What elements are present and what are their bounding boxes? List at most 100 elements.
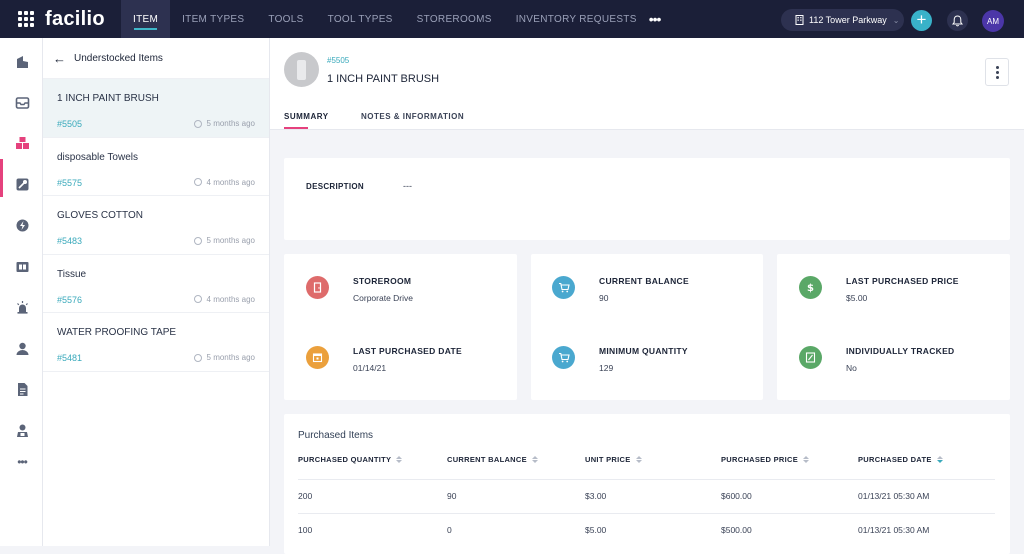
- stat-value: 90: [599, 293, 609, 303]
- energy-icon[interactable]: [14, 217, 30, 233]
- inventory-icon[interactable]: [14, 135, 30, 151]
- item-code: #5505: [327, 56, 350, 65]
- tab-tool-types[interactable]: TOOL TYPES: [316, 0, 405, 38]
- description-value: ---: [403, 181, 412, 191]
- maintenance-icon[interactable]: [14, 176, 30, 192]
- list-item-name: Tissue: [57, 268, 87, 280]
- clock-icon: [193, 119, 202, 128]
- list-item-time: 5 months ago: [193, 236, 255, 245]
- list-item[interactable]: disposable Towels #5575 4 months ago: [43, 138, 269, 197]
- clock-icon: [193, 295, 202, 304]
- table-cell: $5.00: [585, 525, 607, 535]
- apps-grid-icon[interactable]: [18, 10, 36, 28]
- clock-icon: [193, 236, 202, 245]
- row-divider: [298, 479, 995, 480]
- people-icon[interactable]: [14, 340, 30, 356]
- stat-value: 129: [599, 363, 614, 373]
- more-options-button[interactable]: [985, 58, 1009, 86]
- sort-icon[interactable]: [936, 456, 943, 463]
- column-header[interactable]: UNIT PRICE: [585, 455, 642, 464]
- list-item[interactable]: WATER PROOFING TAPE #5481 5 months ago: [43, 313, 269, 372]
- cart-icon: [552, 276, 575, 299]
- list-item-name: disposable Towels: [57, 151, 138, 163]
- detail-header: #5505 1 INCH PAINT BRUSH SUMMARY NOTES &…: [270, 38, 1024, 130]
- dollar-icon: $: [799, 276, 822, 299]
- sort-icon[interactable]: [803, 456, 810, 463]
- top-navigation-bar: facilio ITEM ITEM TYPES TOOLS TOOL TYPES…: [0, 0, 1024, 38]
- app-logo[interactable]: facilio: [45, 8, 121, 31]
- stat-value: 01/14/21: [353, 363, 387, 373]
- clock-icon: [193, 178, 202, 187]
- tag-icon: [799, 346, 822, 369]
- assets-icon[interactable]: [14, 258, 30, 274]
- list-title: Understocked Items: [74, 52, 163, 64]
- tab-item-types[interactable]: ITEM TYPES: [170, 0, 256, 38]
- tab-notes-information[interactable]: NOTES & INFORMATION: [361, 112, 464, 121]
- table-cell: 90: [447, 491, 457, 501]
- user-avatar[interactable]: AM: [982, 10, 1004, 32]
- list-item-code: #5505: [57, 119, 83, 129]
- column-header-label: PURCHASED DATE: [858, 455, 932, 464]
- column-header-label: PURCHASED QUANTITY: [298, 455, 392, 464]
- site-selector[interactable]: 112 Tower Parkway ⌄: [781, 9, 904, 31]
- table-cell: 01/13/21 05:30 AM: [858, 491, 930, 501]
- list-item[interactable]: 1 INCH PAINT BRUSH #5505 5 months ago: [43, 79, 269, 138]
- back-arrow-icon[interactable]: ←: [53, 51, 66, 66]
- table-cell: 100: [298, 525, 313, 535]
- column-header[interactable]: PURCHASED QUANTITY: [298, 455, 403, 464]
- more-tabs-icon[interactable]: •••: [649, 11, 662, 27]
- portfolio-icon[interactable]: [14, 53, 30, 69]
- table-cell: 01/13/21 05:30 AM: [858, 525, 930, 535]
- stat-label: CURRENT BALANCE: [599, 276, 689, 286]
- column-header[interactable]: CURRENT BALANCE: [447, 455, 538, 464]
- table-cell: $600.00: [721, 491, 752, 501]
- table-cell: 0: [447, 525, 452, 535]
- item-detail: #5505 1 INCH PAINT BRUSH SUMMARY NOTES &…: [270, 38, 1024, 554]
- left-sidebar: •••: [0, 38, 43, 546]
- description-label: DESCRIPTION: [306, 182, 364, 191]
- vendor-icon[interactable]: [14, 422, 30, 438]
- add-button[interactable]: +: [911, 10, 932, 31]
- tab-tools[interactable]: TOOLS: [256, 0, 315, 38]
- tab-inventory-requests[interactable]: INVENTORY REQUESTS: [504, 0, 649, 38]
- stat-value: $5.00: [846, 293, 868, 303]
- column-header[interactable]: PURCHASED DATE: [858, 455, 943, 464]
- clock-icon: [193, 353, 202, 362]
- building-icon: [795, 15, 804, 25]
- list-item-name: GLOVES COTTON: [57, 210, 143, 222]
- stat-storeroom: STOREROOM Corporate Drive: [306, 276, 506, 316]
- document-icon[interactable]: [14, 381, 30, 397]
- list-header: ← Understocked Items: [43, 38, 269, 79]
- sort-icon[interactable]: [635, 456, 642, 463]
- more-icon[interactable]: •••: [14, 454, 30, 470]
- purchased-items-card: Purchased Items PURCHASED QUANTITY CURREN…: [284, 414, 1010, 554]
- list-item[interactable]: GLOVES COTTON #5483 5 months ago: [43, 196, 269, 255]
- inbox-icon[interactable]: [14, 94, 30, 110]
- list-item-time-text: 5 months ago: [206, 353, 255, 363]
- list-item[interactable]: Tissue #5576 4 months ago: [43, 255, 269, 314]
- notifications-button[interactable]: [947, 10, 968, 31]
- sort-icon[interactable]: [396, 456, 403, 463]
- table-cell: 200: [298, 491, 313, 501]
- item-title: 1 INCH PAINT BRUSH: [327, 73, 440, 85]
- stat-label: MINIMUM QUANTITY: [599, 346, 688, 356]
- list-item-code: #5575: [57, 177, 83, 188]
- list-item-time-text: 5 months ago: [206, 119, 255, 128]
- list-item-name: WATER PROOFING TAPE: [57, 327, 177, 339]
- calendar-icon: [306, 346, 329, 369]
- column-header[interactable]: PURCHASED PRICE: [721, 455, 810, 464]
- tab-storerooms[interactable]: STOREROOMS: [405, 0, 504, 38]
- tab-item[interactable]: ITEM: [121, 0, 171, 38]
- table-cell: $500.00: [721, 525, 752, 535]
- chevron-down-icon: ⌄: [892, 15, 900, 25]
- stat-current-balance: CURRENT BALANCE 90: [552, 276, 752, 316]
- list-item-time-text: 4 months ago: [206, 294, 255, 304]
- tab-summary[interactable]: SUMMARY: [284, 112, 329, 121]
- column-header-label: PURCHASED PRICE: [721, 455, 799, 464]
- sort-icon[interactable]: [531, 456, 538, 463]
- list-item-time-text: 4 months ago: [206, 177, 255, 187]
- stat-individually-tracked: INDIVIDUALLY TRACKED No: [799, 346, 999, 386]
- table-cell: $3.00: [585, 491, 607, 501]
- description-card: DESCRIPTION ---: [284, 158, 1010, 240]
- alarm-icon[interactable]: [14, 299, 30, 315]
